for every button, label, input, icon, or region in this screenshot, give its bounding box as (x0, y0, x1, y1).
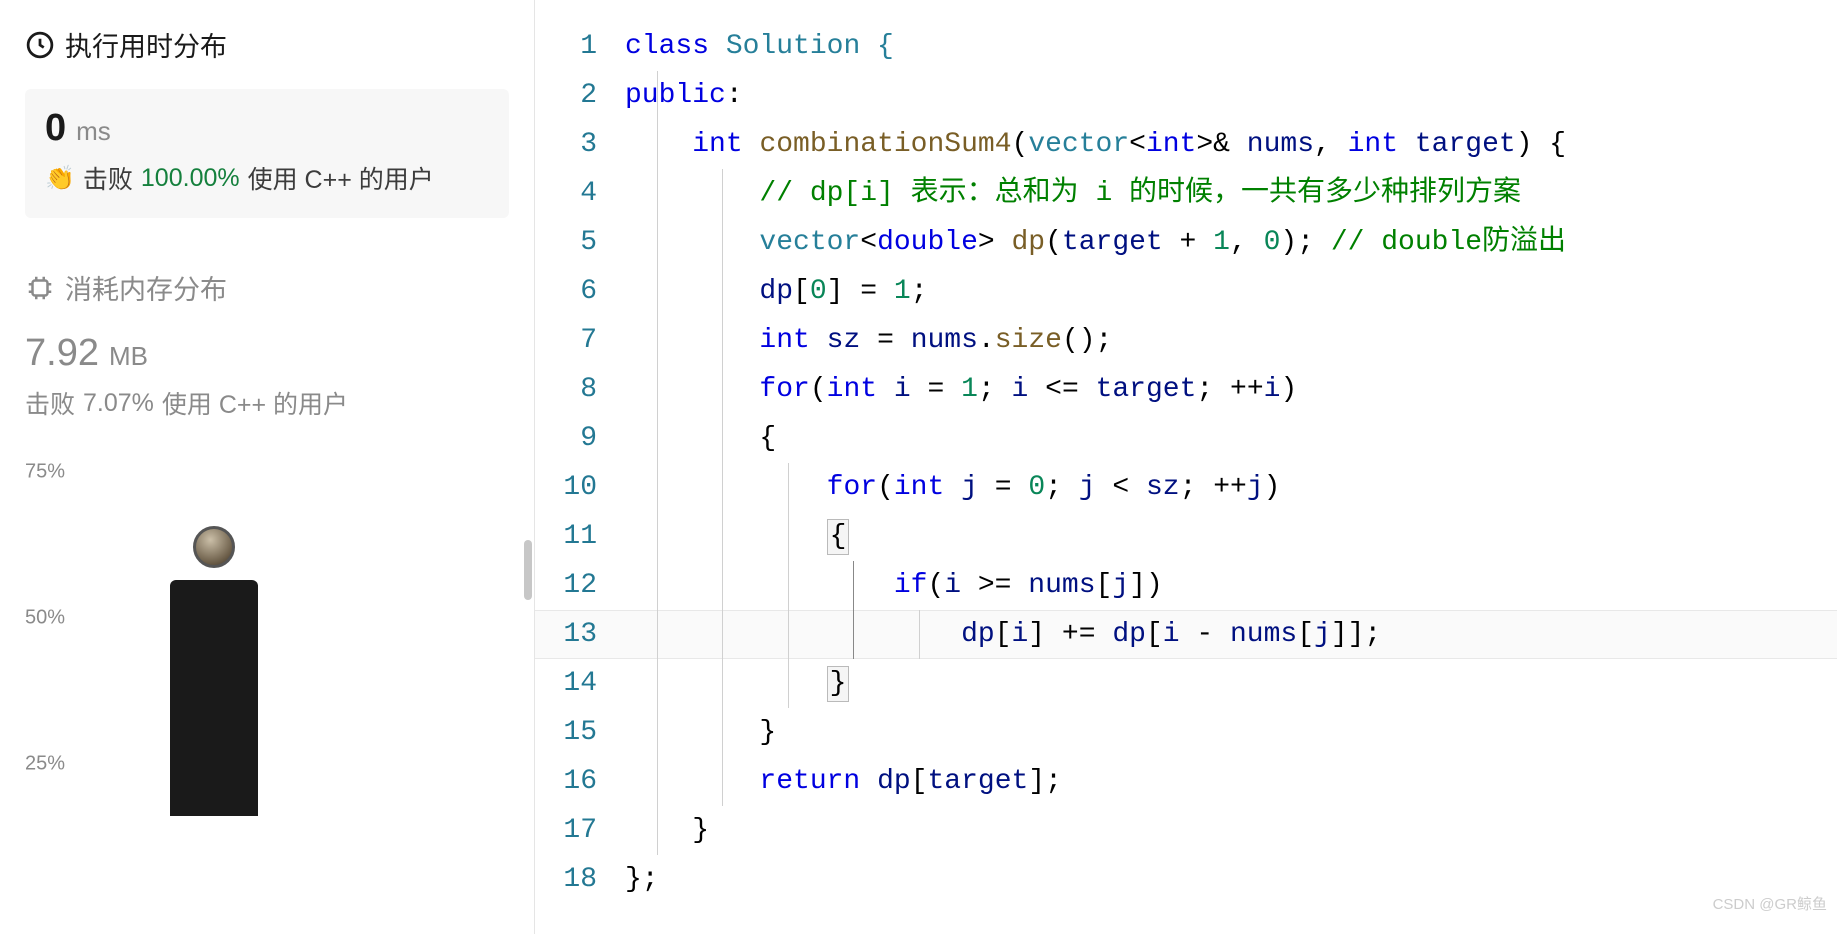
code-line: dp[0] = 1; (625, 267, 1837, 316)
runtime-title-text: 执行用时分布 (65, 25, 227, 64)
memory-title-text: 消耗内存分布 (65, 268, 227, 307)
runtime-beat-row: 👏 击败 100.00% 使用 C++ 的用户 (45, 160, 489, 196)
code-content[interactable]: class Solution { public: int combination… (625, 22, 1837, 934)
memory-beat-row: 击败 7.07% 使用 C++ 的用户 (25, 385, 509, 421)
line-num: 11 (535, 512, 597, 561)
y-label-25: 25% (25, 753, 65, 776)
chip-icon (25, 273, 55, 303)
runtime-unit: ms (76, 116, 111, 147)
clap-icon: 👏 (45, 164, 75, 193)
runtime-beat-pct: 100.00% (141, 164, 240, 193)
code-line: { (625, 414, 1837, 463)
code-line: // dp[i] 表示：总和为 i 的时候，一共有多少种排列方案 (625, 169, 1837, 218)
runtime-metric: 0 ms (45, 107, 489, 150)
code-line: for(int i = 1; i <= target; ++i) (625, 365, 1837, 414)
runtime-card[interactable]: 0 ms 👏 击败 100.00% 使用 C++ 的用户 (25, 89, 509, 218)
code-line: if(i >= nums[j]) (625, 561, 1837, 610)
code-line: dp[i] += dp[i - nums[j]]; (625, 610, 1837, 659)
line-num: 1 (535, 22, 597, 71)
memory-value: 7.92 (25, 332, 99, 375)
runtime-beat-suffix: 使用 C++ 的用户 (248, 160, 434, 196)
line-num: 14 (535, 659, 597, 708)
code-line: vector<double> dp(target + 1, 0); // dou… (625, 218, 1837, 267)
line-num: 13 (535, 610, 597, 659)
scrollbar-thumb[interactable] (524, 540, 532, 600)
line-num: 6 (535, 267, 597, 316)
memory-beat-pct: 7.07% (83, 389, 154, 418)
code-line: public: (625, 71, 1837, 120)
code-panel: 1 2 3 4 5 6 7 8 9 10 11 12 13 14 15 16 1… (535, 0, 1837, 934)
code-line: } (625, 659, 1837, 708)
code-line: for(int j = 0; j < sz; ++j) (625, 463, 1837, 512)
beat-label: 击败 (83, 160, 133, 196)
avatar[interactable] (193, 526, 235, 568)
line-num: 15 (535, 708, 597, 757)
distribution-chart[interactable]: 75% 50% 25% (25, 436, 509, 816)
memory-metric: 7.92 MB (25, 332, 509, 375)
code-line: return dp[target]; (625, 757, 1837, 806)
code-line: }; (625, 855, 1837, 904)
line-gutter: 1 2 3 4 5 6 7 8 9 10 11 12 13 14 15 16 1… (535, 22, 625, 934)
line-num: 8 (535, 365, 597, 414)
watermark: CSDN @GR鲸鱼 (1713, 880, 1827, 929)
code-line: int sz = nums.size(); (625, 316, 1837, 365)
line-num: 5 (535, 218, 597, 267)
clock-icon (25, 30, 55, 60)
code-line: { (625, 512, 1837, 561)
memory-section-title: 消耗内存分布 (25, 268, 509, 307)
memory-beat-suffix: 使用 C++ 的用户 (162, 385, 348, 421)
runtime-section-title: 执行用时分布 (25, 25, 509, 64)
runtime-value: 0 (45, 107, 66, 150)
code-line: class Solution { (625, 22, 1837, 71)
line-num: 2 (535, 71, 597, 120)
line-num: 4 (535, 169, 597, 218)
line-num: 17 (535, 806, 597, 855)
line-num: 18 (535, 855, 597, 904)
memory-beat-label: 击败 (25, 385, 75, 421)
code-line: } (625, 806, 1837, 855)
memory-unit: MB (109, 341, 148, 372)
line-num: 16 (535, 757, 597, 806)
y-label-75: 75% (25, 461, 65, 484)
chart-bar-wrap (170, 526, 258, 816)
line-num: 12 (535, 561, 597, 610)
line-num: 9 (535, 414, 597, 463)
chart-bar[interactable] (170, 580, 258, 816)
line-num: 10 (535, 463, 597, 512)
code-line: int combinationSum4(vector<int>& nums, i… (625, 120, 1837, 169)
line-num: 3 (535, 120, 597, 169)
y-label-50: 50% (25, 607, 65, 630)
code-line: } (625, 708, 1837, 757)
line-num: 7 (535, 316, 597, 365)
stats-panel: 执行用时分布 0 ms 👏 击败 100.00% 使用 C++ 的用户 消耗内存… (0, 0, 535, 934)
